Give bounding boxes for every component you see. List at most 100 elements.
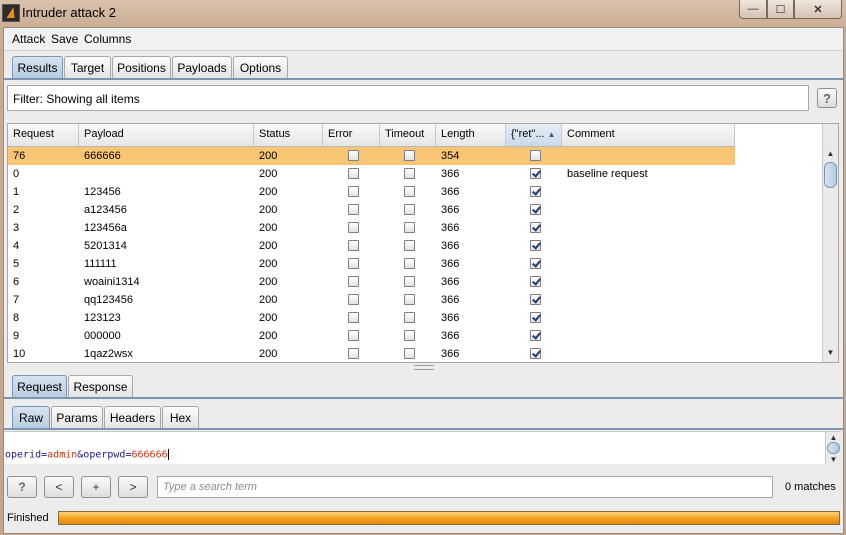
column-header-ret[interactable]: {"ret"... ▲ (506, 124, 562, 146)
main-content: Attack Save Columns Results Target Posit… (3, 27, 844, 534)
top-tab-bar: Results Target Positions Payloads Option… (4, 52, 843, 80)
search-bar: ? < + > Type a search term 0 matches (4, 473, 843, 503)
tab-response[interactable]: Response (68, 375, 133, 397)
tab-headers[interactable]: Headers (104, 406, 161, 428)
cell-timeout-checkbox (404, 276, 415, 287)
scroll-up-arrow-icon[interactable]: ▲ (823, 146, 838, 161)
cell-status: 200 (259, 312, 278, 324)
request-body[interactable]: operid=admin&operpwd=666666 (5, 449, 169, 461)
tab-positions[interactable]: Positions (112, 56, 171, 78)
search-prev-button[interactable]: < (44, 476, 74, 498)
tab-options[interactable]: Options (233, 56, 288, 78)
cell-timeout-checkbox (404, 348, 415, 359)
table-row[interactable]: 10 1qaz2wsx 200 366 (8, 345, 735, 362)
table-row[interactable]: 5 111111 200 366 (8, 255, 735, 273)
cell-request: 8 (13, 312, 20, 324)
param-value: admin (47, 449, 78, 461)
cell-ret-checkbox (530, 276, 541, 287)
scroll-thumb[interactable] (824, 162, 837, 188)
cell-request: 9 (13, 330, 20, 342)
minimize-button[interactable]: — (739, 0, 767, 19)
cell-ret-checkbox (530, 294, 541, 305)
tab-results[interactable]: Results (12, 56, 63, 78)
cell-timeout-checkbox (404, 204, 415, 215)
table-scrollbar[interactable]: ▲ ▼ (822, 124, 838, 362)
table-row[interactable]: 4 5201314 200 366 (8, 237, 735, 255)
table-row[interactable]: 1 123456 200 366 (8, 183, 735, 201)
table-row[interactable]: 3 123456a 200 366 (8, 219, 735, 237)
cell-ret-checkbox (530, 240, 541, 251)
cell-ret-checkbox (530, 186, 541, 197)
request-editor[interactable]: operid=admin&operpwd=666666 ▲ ▼ (4, 431, 841, 464)
cell-status: 200 (259, 294, 278, 306)
editor-scrollbar[interactable]: ▲ ▼ (825, 432, 841, 464)
column-header-timeout[interactable]: Timeout (380, 124, 436, 146)
table-row[interactable]: 2 a123456 200 366 (8, 201, 735, 219)
window: Intruder attack 2 — ☐ ✕ Attack Save Colu… (0, 0, 846, 535)
window-title: Intruder attack 2 (22, 5, 116, 20)
maximize-button[interactable]: ☐ (767, 0, 794, 19)
cell-timeout-checkbox (404, 240, 415, 251)
table-row[interactable]: 9 000000 200 366 (8, 327, 735, 345)
table-row[interactable]: 7 qq123456 200 366 (8, 291, 735, 309)
tab-payloads[interactable]: Payloads (172, 56, 232, 78)
cell-length: 366 (441, 240, 460, 252)
column-header-request[interactable]: Request (8, 124, 79, 146)
scroll-thumb[interactable] (827, 442, 840, 454)
cell-error-checkbox (348, 348, 359, 359)
window-controls: — ☐ ✕ (739, 0, 842, 20)
cell-payload: 1qaz2wsx (84, 348, 133, 360)
param-value: 666666 (131, 449, 168, 461)
scroll-down-arrow-icon[interactable]: ▼ (826, 454, 841, 464)
cell-payload: 123456a (84, 222, 127, 234)
column-header-comment[interactable]: Comment (562, 124, 735, 146)
cell-payload: qq123456 (84, 294, 133, 306)
cell-status: 200 (259, 150, 278, 162)
cell-status: 200 (259, 204, 278, 216)
title-bar[interactable]: Intruder attack 2 — ☐ ✕ (0, 0, 846, 26)
table-row[interactable]: 76 666666 200 354 (8, 147, 735, 165)
column-header-status[interactable]: Status (254, 124, 323, 146)
cell-payload: 123123 (84, 312, 121, 324)
tab-request[interactable]: Request (12, 375, 67, 397)
scroll-down-arrow-icon[interactable]: ▼ (823, 345, 838, 360)
cell-status: 200 (259, 186, 278, 198)
cell-error-checkbox (348, 186, 359, 197)
close-button[interactable]: ✕ (794, 0, 842, 19)
cell-status: 200 (259, 240, 278, 252)
search-match-count: 0 matches (785, 481, 836, 493)
table-row[interactable]: 8 123123 200 366 (8, 309, 735, 327)
filter-bar[interactable]: Filter: Showing all items (7, 85, 809, 111)
scroll-up-arrow-icon[interactable]: ▲ (826, 432, 841, 442)
split-pane-handle[interactable] (414, 365, 434, 370)
tab-raw[interactable]: Raw (12, 406, 50, 428)
table-row[interactable]: 6 woaini1314 200 366 (8, 273, 735, 291)
status-text: Finished (7, 512, 49, 524)
cell-payload: 123456 (84, 186, 121, 198)
table-row[interactable]: 0 200 366 baseline request (8, 165, 735, 183)
tab-hex[interactable]: Hex (162, 406, 199, 428)
filter-help-button[interactable]: ? (817, 88, 837, 108)
menu-columns[interactable]: Columns (84, 32, 131, 46)
menu-save[interactable]: Save (51, 32, 78, 46)
search-next-button[interactable]: > (118, 476, 148, 498)
cell-timeout-checkbox (404, 168, 415, 179)
search-add-button[interactable]: + (81, 476, 111, 498)
cell-request: 6 (13, 276, 20, 288)
sort-ascending-icon: ▲ (547, 130, 556, 139)
tab-target[interactable]: Target (64, 56, 111, 78)
cell-comment: baseline request (567, 168, 648, 180)
search-input[interactable]: Type a search term (157, 476, 773, 498)
cell-payload: a123456 (84, 204, 127, 216)
cell-timeout-checkbox (404, 258, 415, 269)
cell-request: 5 (13, 258, 20, 270)
cell-payload: 111111 (84, 258, 117, 270)
menu-attack[interactable]: Attack (12, 32, 45, 46)
column-header-length[interactable]: Length (436, 124, 506, 146)
tab-params[interactable]: Params (51, 406, 103, 428)
cell-request: 10 (13, 348, 26, 360)
column-header-error[interactable]: Error (323, 124, 380, 146)
column-header-payload[interactable]: Payload (79, 124, 254, 146)
cell-error-checkbox (348, 330, 359, 341)
search-help-button[interactable]: ? (7, 476, 37, 498)
